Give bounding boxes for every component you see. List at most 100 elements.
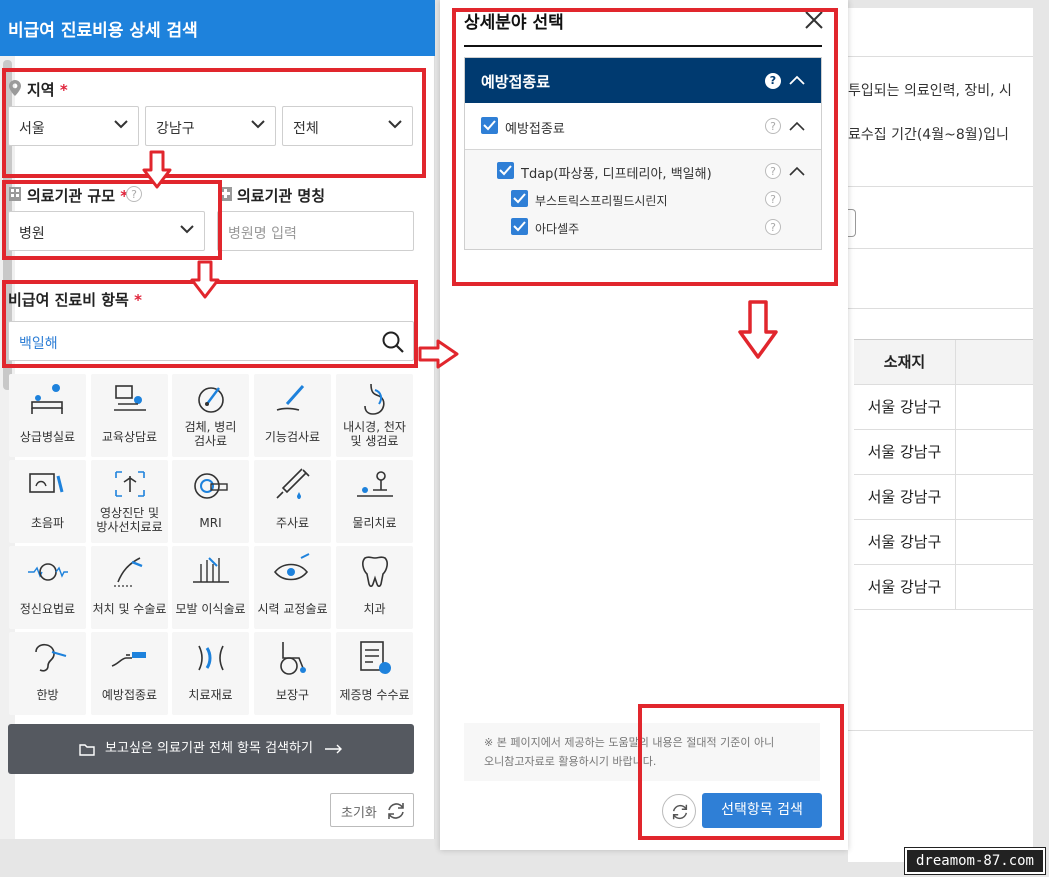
category-ultrasound[interactable]: 초음파 [9,460,86,543]
category-private-room[interactable]: 상급병실료 [9,374,86,457]
reset-button-label: 초기화 [341,806,377,821]
bg-table-header: 소재지 [854,339,1033,385]
category-counseling[interactable]: 교육상담료 [91,374,168,457]
annotation-arrow-down [738,300,778,359]
table-cell: 서울 강남구 [854,430,956,474]
category-label: 치과 [363,602,386,616]
bg-select-edge[interactable] [848,209,856,237]
search-all-items-label: 보고싶은 의료기관 전체 항목 검색하기 [105,741,313,756]
folder-icon [79,743,95,756]
table-row[interactable]: 서울 강남구 [854,475,1033,520]
table-row[interactable]: 서울 강남구 [854,385,1033,430]
category-label: 모발 이식술료 [175,602,246,616]
tooth-icon [362,556,388,588]
watermark: dreamom-87.com [904,847,1046,875]
annotation-arrow-down [190,260,220,299]
annotation-box [638,704,844,840]
annotation-arrow-right [418,339,459,369]
annotation-arrow-down [142,150,172,189]
bg-divider [848,730,1033,731]
category-vision-correction[interactable]: 시력 교정술료 [254,546,331,629]
category-materials[interactable]: 치료재료 [172,632,249,715]
ear-acupuncture-icon [35,643,67,672]
microscope-icon [198,387,224,413]
table-cell: 서울 강남구 [854,385,956,429]
table-cell: 서울 강남구 [854,475,956,519]
physical-therapy-icon [357,471,393,497]
bg-divider [848,56,1033,57]
table-row[interactable]: 서울 강남구 [854,565,1033,610]
ultrasound-icon [29,473,64,493]
category-label: 상급병실료 [19,430,76,444]
category-imaging[interactable]: 영상진단 및 방사선치료료 [91,460,168,543]
wheelchair-icon [280,642,306,675]
category-label: 물리치료 [352,516,397,530]
category-label: 내시경, 천자 및 생검료 [343,420,406,448]
category-mri[interactable]: MRI [172,460,249,543]
category-label: 정신요법료 [19,602,76,616]
name-label: 의료기관 명칭 [237,187,326,205]
hospital-name-input[interactable]: 병원명 입력 [217,211,414,251]
xray-icon [115,471,145,497]
bg-divider [848,308,1033,309]
counseling-icon [114,385,146,411]
category-injection[interactable]: 주사료 [254,460,331,543]
panel-title: 비급여 진료비용 상세 검색 [8,21,198,41]
category-physical-therapy[interactable]: 물리치료 [336,460,413,543]
category-label: 주사료 [275,516,310,530]
category-label: 한방 [36,688,59,702]
category-endoscopy[interactable]: 내시경, 천자 및 생검료 [336,374,413,457]
eye-icon [273,553,310,581]
hair-icon [193,557,229,583]
scalpel-hand-icon [114,557,143,587]
category-label: 초음파 [30,516,65,530]
category-grid: 상급병실료 교육상담료 검체, 병리 검사료 기능검사료 내시경, 천자 및 생… [9,374,415,715]
category-label: 교육상담료 [101,430,158,444]
category-label: 보장구 [275,688,310,702]
thermometer-hand-icon [276,385,305,411]
search-all-items-button[interactable]: 보고싶은 의료기관 전체 항목 검색하기 [8,724,414,774]
category-label: 영상진단 및 방사선치료료 [96,506,163,534]
category-assistive-device[interactable]: 보장구 [254,632,331,715]
category-hair-transplant[interactable]: 모발 이식술료 [172,546,249,629]
category-dental[interactable]: 치과 [336,546,413,629]
annotation-box [2,180,222,260]
bg-column-location: 소재지 [854,340,956,384]
arrow-right-icon [325,744,343,753]
bg-divider [848,248,1033,249]
bg-text-line: 투입되는 의료인력, 장비, 시 [848,83,1012,99]
bg-text-line: 료수집 기간(4월~8월)입니 [848,127,1009,143]
category-function-test[interactable]: 기능검사료 [254,374,331,457]
syringe-icon [276,468,310,499]
stomach-icon [364,383,385,415]
category-vaccination[interactable]: 예방접종료 [91,632,168,715]
table-row[interactable]: 서울 강남구 [854,520,1033,565]
category-psychotherapy[interactable]: 정신요법료 [9,546,86,629]
category-label: 기능검사료 [264,430,321,444]
category-label: 예방접종료 [101,688,158,702]
category-label: 시력 교정술료 [257,602,328,616]
category-label: 검체, 병리 검사료 [184,420,237,448]
table-cell: 서울 강남구 [854,565,956,609]
annotation-box [2,68,426,178]
category-label: MRI [199,516,222,530]
category-pathology[interactable]: 검체, 병리 검사료 [172,374,249,457]
panel-header: 비급여 진료비용 상세 검색 [0,0,435,56]
annotation-box [452,8,838,286]
bg-divider [848,186,1033,187]
bed-icon [31,384,63,414]
reset-button[interactable]: 초기화 [330,793,414,827]
implant-icon [198,645,224,671]
table-cell: 서울 강남구 [854,520,956,564]
category-surgery[interactable]: 처치 및 수술료 [91,546,168,629]
vaccine-arm-icon [111,652,146,667]
category-oriental-medicine[interactable]: 한방 [9,632,86,715]
category-certificate-fee[interactable]: 제증명 수수료 [336,632,413,715]
brain-wave-icon [28,563,68,581]
category-label: 치료재료 [188,688,233,702]
document-icon [360,641,391,674]
table-row[interactable]: 서울 강남구 [854,430,1033,475]
mri-icon [194,473,228,499]
refresh-icon [388,803,404,819]
category-label: 제증명 수수료 [339,688,410,702]
